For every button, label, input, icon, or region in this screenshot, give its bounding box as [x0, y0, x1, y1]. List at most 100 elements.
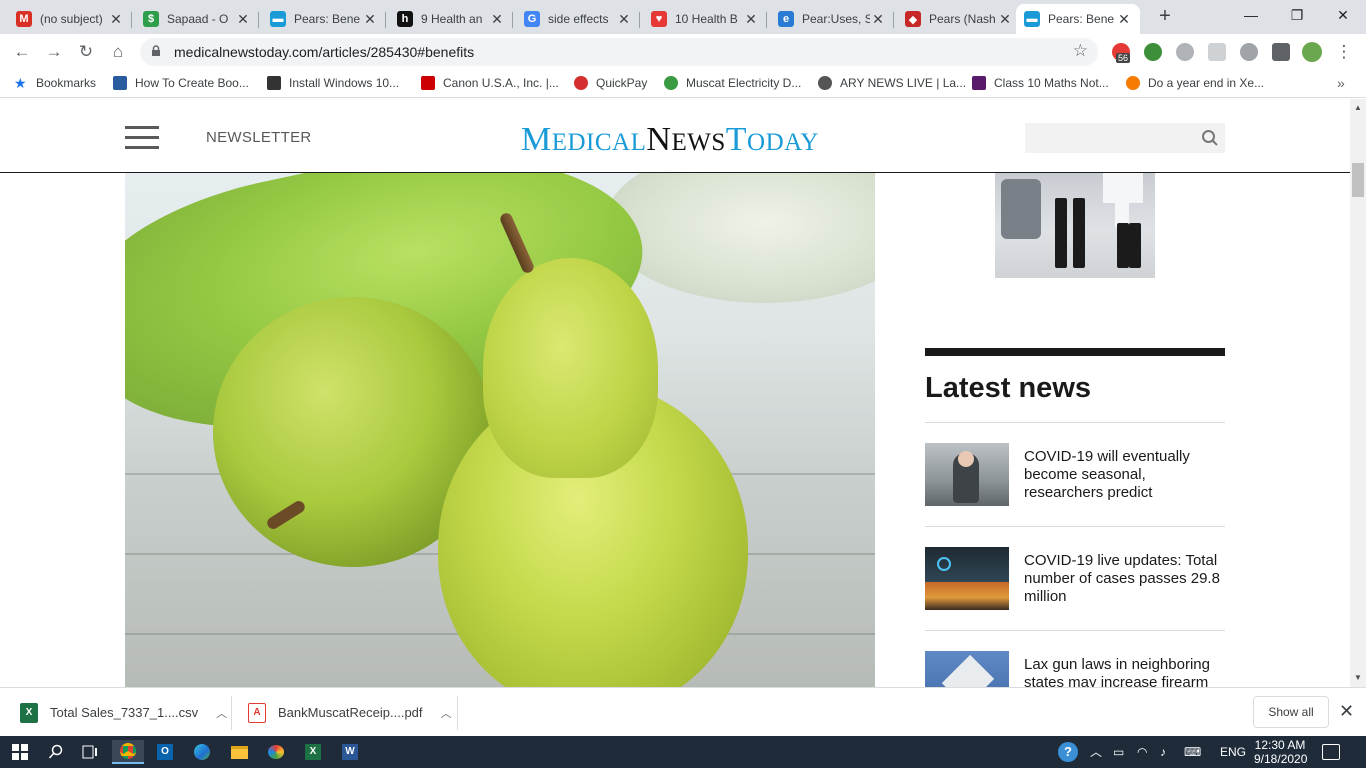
search-icon[interactable] — [40, 740, 72, 764]
chevron-up-icon[interactable]: ︿ — [441, 705, 452, 721]
doc-icon — [267, 76, 281, 90]
profile-avatar[interactable] — [1302, 42, 1322, 62]
page-scrollbar[interactable]: ▲ ▼ — [1350, 99, 1366, 687]
close-tab-icon[interactable]: ✕ — [870, 11, 886, 28]
wifi-icon[interactable]: ◠ — [1137, 736, 1147, 768]
site-logo[interactable]: MEDICALNEWSTODAY — [521, 121, 819, 159]
close-window-button[interactable]: ✕ — [1320, 0, 1366, 30]
bookmark-label: Install Windows 10... — [289, 76, 400, 90]
tab-2[interactable]: ▬ Pears: Bene ✕ — [262, 4, 386, 34]
help-icon[interactable]: ? — [1058, 742, 1078, 762]
tab-7[interactable]: ◆ Pears (Nash ✕ — [897, 4, 1021, 34]
bookmark-item[interactable]: ★ Bookmarks — [14, 76, 96, 90]
bookmark-label: Muscat Electricity D... — [686, 76, 802, 90]
file-explorer-taskbar-icon[interactable] — [223, 740, 255, 764]
compass-extension-icon[interactable] — [1176, 43, 1194, 61]
quickpay-icon — [574, 76, 588, 90]
bookmark-item[interactable]: QuickPay — [574, 76, 647, 90]
keyboard-icon[interactable]: ⌨ — [1184, 736, 1201, 768]
bookmark-item[interactable]: Do a year end in Xe... — [1126, 76, 1264, 90]
tab-0[interactable]: M (no subject) ✕ — [8, 4, 132, 34]
battery-icon[interactable]: ▭ — [1113, 736, 1124, 768]
notifications-icon[interactable] — [1322, 744, 1340, 760]
tab-5[interactable]: ♥ 10 Health B ✕ — [643, 4, 767, 34]
menu-kebab-icon[interactable]: ⋮ — [1332, 40, 1356, 64]
close-tab-icon[interactable]: ✕ — [108, 11, 124, 28]
tab-strip: M (no subject) ✕ $ Sapaad - O ✕ ▬ Pears: Bene ✕ h… — [0, 0, 1366, 34]
hamburger-menu-icon[interactable] — [125, 126, 159, 150]
back-button[interactable]: ← — [10, 40, 34, 64]
healthline-icon: h — [397, 11, 413, 27]
new-tab-button[interactable]: + — [1154, 6, 1176, 28]
forward-button[interactable]: → — [42, 40, 66, 64]
task-view-icon[interactable] — [74, 740, 106, 764]
bookmark-item[interactable]: ARY NEWS LIVE | La... — [818, 76, 966, 90]
edge-taskbar-icon[interactable] — [186, 740, 218, 764]
news-item[interactable]: COVID-19 will eventually become seasonal… — [925, 423, 1225, 527]
xero-icon — [1126, 76, 1140, 90]
close-tab-icon[interactable]: ✕ — [1116, 11, 1132, 28]
latest-news-heading: Latest news — [925, 372, 1091, 404]
paint-taskbar-icon[interactable] — [260, 740, 292, 764]
tab-3[interactable]: h 9 Health an ✕ — [389, 4, 513, 34]
ie-icon: e — [778, 11, 794, 27]
address-bar[interactable]: medicalnewstoday.com/articles/285430#ben… — [140, 38, 1098, 66]
puzzle-extensions-icon[interactable] — [1272, 43, 1290, 61]
close-tab-icon[interactable]: ✕ — [235, 11, 251, 28]
scrollbar-thumb[interactable] — [1352, 163, 1364, 197]
globe-extension-icon[interactable] — [1144, 43, 1162, 61]
newsletter-link[interactable]: NEWSLETTER — [206, 129, 312, 146]
close-downloads-icon[interactable]: ✕ — [1339, 701, 1354, 722]
word-taskbar-icon[interactable]: W — [334, 740, 366, 764]
news-title[interactable]: COVID-19 will eventually become seasonal… — [1024, 448, 1225, 502]
bookmark-star-icon[interactable]: ☆ — [1073, 41, 1088, 61]
show-all-downloads-button[interactable]: Show all — [1253, 696, 1329, 728]
close-tab-icon[interactable]: ✕ — [489, 11, 505, 28]
close-tab-icon[interactable]: ✕ — [362, 11, 378, 28]
site-search-input[interactable] — [1025, 123, 1225, 153]
shield-extension-icon[interactable] — [1208, 43, 1226, 61]
news-title[interactable]: Lax gun laws in neighboring states may i… — [1024, 656, 1225, 687]
news-item[interactable]: Lax gun laws in neighboring states may i… — [925, 631, 1225, 687]
bookmark-item[interactable]: Install Windows 10... — [267, 76, 399, 90]
globe-icon — [818, 76, 832, 90]
bookmark-item[interactable]: Class 10 Maths Not... — [972, 76, 1109, 90]
bookmark-item[interactable]: How To Create Boo... — [113, 76, 249, 90]
sidebar-ad-image[interactable] — [995, 173, 1155, 278]
outlook-taskbar-icon[interactable]: O — [149, 740, 181, 764]
download-item[interactable]: A BankMuscatReceip....pdf ︿ — [248, 688, 452, 737]
close-tab-icon[interactable]: ✕ — [997, 11, 1013, 28]
download-item[interactable]: X Total Sales_7337_1....csv ︿ — [20, 688, 227, 737]
news-title[interactable]: COVID-19 live updates: Total number of c… — [1024, 552, 1225, 606]
cloud-extension-icon[interactable] — [1240, 43, 1258, 61]
system-clock[interactable]: 12:30 AM 9/18/2020 — [1254, 738, 1307, 766]
news-thumbnail[interactable] — [925, 651, 1009, 687]
home-button[interactable]: ⌂ — [106, 40, 130, 64]
bookmark-item[interactable]: Canon U.S.A., Inc. |... — [421, 76, 559, 90]
news-thumbnail[interactable] — [925, 443, 1009, 506]
windows-start-icon[interactable] — [4, 740, 36, 764]
tab-4[interactable]: Gside effects ✕ — [516, 4, 640, 34]
bookmark-item[interactable]: Muscat Electricity D... — [664, 76, 801, 90]
tab-6[interactable]: e Pear:Uses, S ✕ — [770, 4, 894, 34]
tab-title: Pears: Bene — [1048, 12, 1115, 26]
restore-button[interactable]: ❐ — [1274, 0, 1320, 30]
tab-8[interactable]: ▬ Pears: Bene ✕ — [1016, 4, 1140, 34]
chevron-up-icon[interactable]: ︿ — [216, 705, 227, 721]
bookmark-label: Bookmarks — [36, 76, 97, 90]
minimize-button[interactable]: — — [1228, 0, 1274, 30]
reload-button[interactable]: ↻ — [74, 40, 98, 64]
close-tab-icon[interactable]: ✕ — [616, 11, 632, 28]
windows-taskbar: O X W ? ︿ ▭ ◠ ♪ ⌨ ENG 12:30 AM 9/18/2020 — [0, 736, 1366, 768]
news-item[interactable]: COVID-19 live updates: Total number of c… — [925, 527, 1225, 631]
tab-1[interactable]: $ Sapaad - O ✕ — [135, 4, 259, 34]
news-thumbnail[interactable] — [925, 547, 1009, 610]
search-icon[interactable] — [1201, 129, 1219, 147]
chrome-taskbar-icon[interactable] — [112, 740, 144, 764]
excel-taskbar-icon[interactable]: X — [297, 740, 329, 764]
language-indicator[interactable]: ENG — [1220, 736, 1246, 768]
close-tab-icon[interactable]: ✕ — [743, 11, 759, 28]
volume-icon[interactable]: ♪ — [1160, 736, 1166, 768]
bookmarks-overflow-icon[interactable]: » — [1337, 75, 1345, 91]
tray-chevron-icon[interactable]: ︿ — [1090, 736, 1102, 768]
